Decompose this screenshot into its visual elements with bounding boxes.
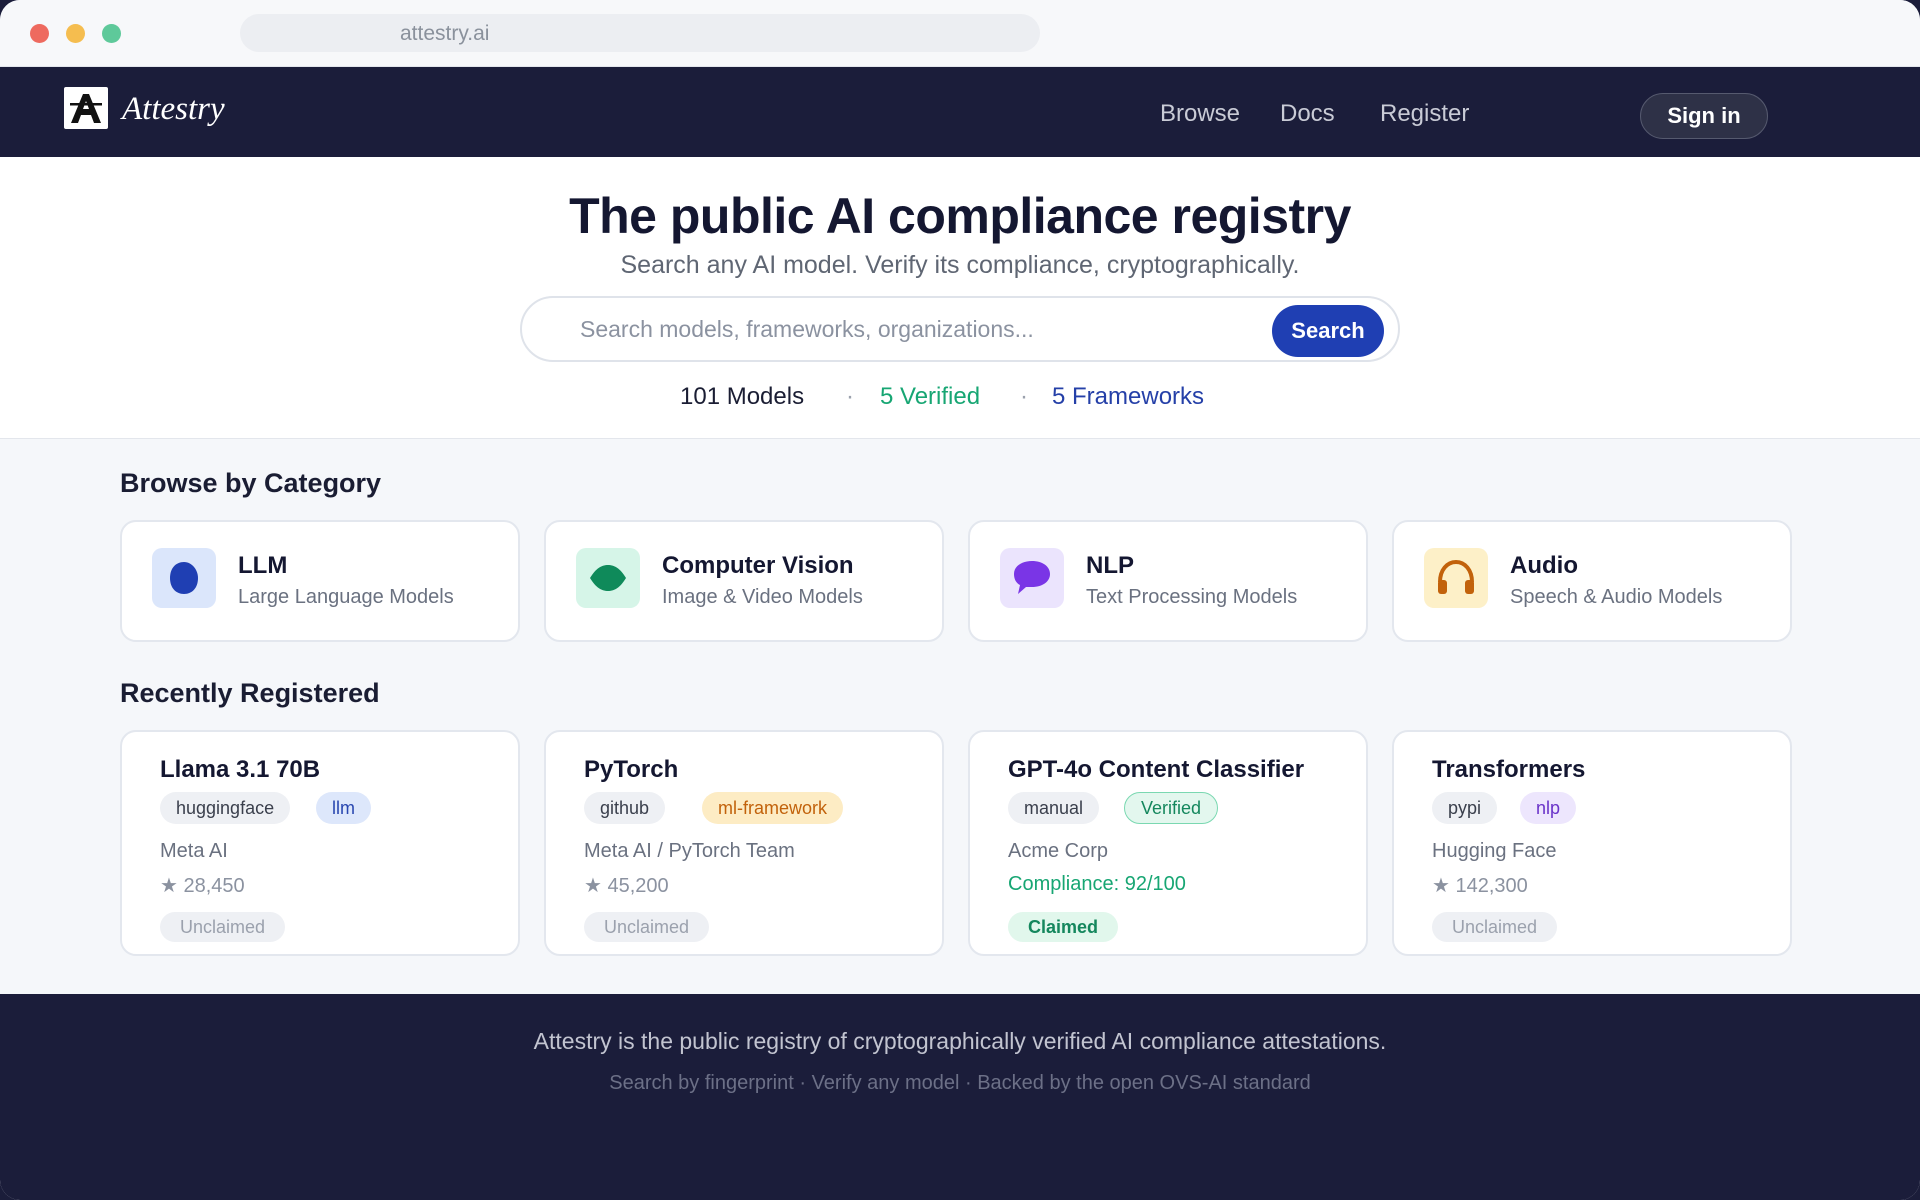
attestry-logo-icon[interactable] (64, 87, 108, 129)
maximize-window-button[interactable] (102, 24, 121, 43)
category-tag[interactable]: llm (316, 792, 371, 824)
status-badge: Unclaimed (1432, 912, 1558, 942)
browse-by-category-heading: Browse by Category (120, 468, 382, 498)
model-card-pytorch[interactable]: PyTorch github ml-framework Meta AI / Py… (544, 730, 944, 956)
address-bar-url: attestry.ai (400, 22, 490, 45)
model-organization: Hugging Face (1432, 840, 1557, 862)
source-tag[interactable]: manual (1008, 792, 1100, 824)
status-badge: Unclaimed (584, 912, 710, 942)
model-card-gpt4o-classifier[interactable]: GPT-4o Content Classifier manual Verifie… (968, 730, 1368, 956)
top-navbar: Attestry Browse Docs Register Sign in (0, 67, 1920, 157)
sign-in-button[interactable]: Sign in (1640, 93, 1768, 139)
category-description: Image & Video Models (662, 586, 863, 608)
model-name: PyTorch (584, 756, 679, 783)
search-button[interactable]: Search (1272, 305, 1384, 357)
nav-docs-link[interactable]: Docs (1280, 100, 1335, 128)
status-badge: Claimed (1008, 912, 1119, 942)
search-input[interactable] (580, 314, 1260, 344)
verified-tag[interactable]: Verified (1124, 792, 1219, 824)
eye-icon (576, 548, 640, 608)
verified-count[interactable]: 5 Verified (880, 383, 980, 411)
footer-description: Attestry is the public registry of crypt… (533, 1028, 1387, 1054)
category-card-llm[interactable]: LLM Large Language Models (120, 520, 520, 642)
speech-bubble-icon (1000, 548, 1064, 608)
category-name: Computer Vision (662, 552, 854, 579)
model-organization: Acme Corp (1008, 840, 1109, 862)
model-name: Transformers (1432, 756, 1586, 783)
model-card-llama[interactable]: Llama 3.1 70B huggingface llm Meta AI ★ … (120, 730, 520, 956)
page-title: The public AI compliance registry (569, 188, 1351, 244)
recently-registered-heading: Recently Registered (120, 678, 380, 708)
category-card-computer-vision[interactable]: Computer Vision Image & Video Models (544, 520, 944, 642)
category-name: LLM (238, 552, 288, 579)
category-tag[interactable]: ml-framework (702, 792, 844, 824)
model-name: Llama 3.1 70B (160, 756, 321, 783)
compliance-score: Compliance: 92/100 (1008, 873, 1186, 895)
category-description: Large Language Models (238, 586, 454, 608)
llm-icon (152, 548, 216, 608)
category-description: Speech & Audio Models (1510, 586, 1723, 608)
stats-separator: · (846, 383, 854, 410)
model-organization: Meta AI / PyTorch Team (584, 840, 795, 862)
model-stars: ★ 28,450 (160, 875, 245, 897)
category-tag[interactable]: nlp (1520, 792, 1577, 824)
headphones-icon (1424, 548, 1488, 608)
model-name: GPT-4o Content Classifier (1008, 756, 1305, 783)
hero-section: The public AI compliance registry Search… (0, 157, 1920, 439)
frameworks-count[interactable]: 5 Frameworks (1052, 383, 1204, 411)
browser-chrome: attestry.ai (0, 0, 1920, 67)
nav-register-link[interactable]: Register (1380, 100, 1469, 128)
stats-separator: · (1020, 383, 1028, 410)
category-name: Audio (1510, 552, 1578, 579)
category-description: Text Processing Models (1086, 586, 1298, 608)
category-card-nlp[interactable]: NLP Text Processing Models (968, 520, 1368, 642)
footer-tagline: Search by fingerprint · Verify any model… (609, 1072, 1311, 1094)
model-organization: Meta AI (160, 840, 228, 862)
minimize-window-button[interactable] (66, 24, 85, 43)
model-stars: ★ 142,300 (1432, 875, 1528, 897)
category-name: NLP (1086, 552, 1134, 579)
page-subtitle: Search any AI model. Verify its complian… (620, 251, 1300, 279)
nav-browse-link[interactable]: Browse (1160, 100, 1240, 128)
status-badge: Unclaimed (160, 912, 286, 942)
search-bar: Search (520, 296, 1400, 362)
close-window-button[interactable] (30, 24, 49, 43)
browser-window: attestry.ai Attestry Browse Docs Registe… (0, 0, 1920, 1200)
category-card-audio[interactable]: Audio Speech & Audio Models (1392, 520, 1792, 642)
source-tag[interactable]: pypi (1432, 792, 1498, 824)
model-stars: ★ 45,200 (584, 875, 669, 897)
brand-name[interactable]: Attestry (122, 91, 225, 128)
source-tag[interactable]: github (584, 792, 666, 824)
models-count[interactable]: 101 Models (680, 383, 804, 411)
address-bar[interactable]: attestry.ai (240, 14, 1040, 52)
source-tag[interactable]: huggingface (160, 792, 291, 824)
model-card-transformers[interactable]: Transformers pypi nlp Hugging Face ★ 142… (1392, 730, 1792, 956)
site-footer: Attestry is the public registry of crypt… (0, 994, 1920, 1200)
